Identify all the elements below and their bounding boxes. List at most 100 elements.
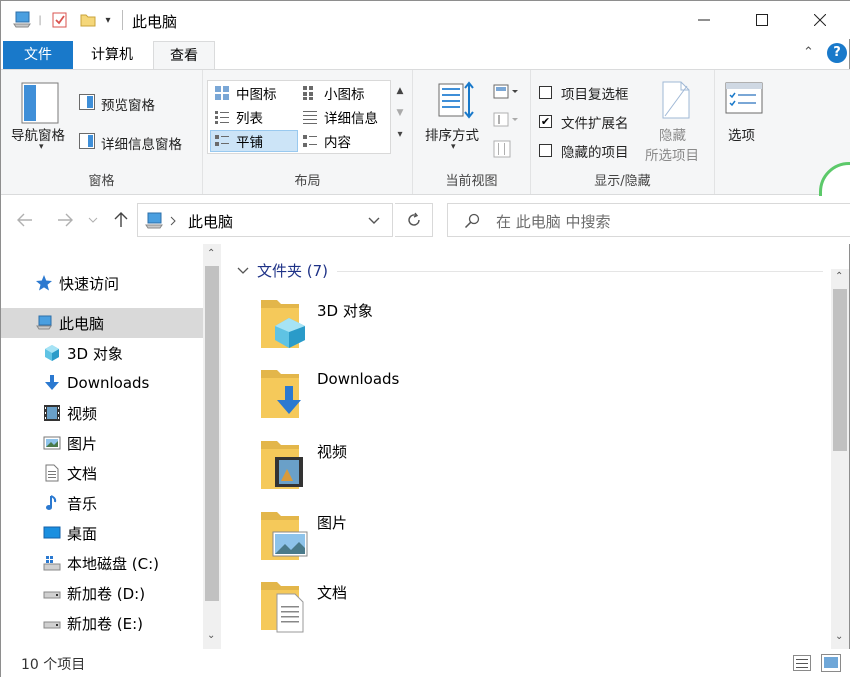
- layout-gallery-scroll[interactable]: ▲ ▼ ▾: [393, 80, 407, 154]
- search-icon: [464, 213, 480, 229]
- scroll-up-icon[interactable]: ⌃: [207, 248, 215, 259]
- folder-tile-3d-objects[interactable]: 3D 对象: [259, 296, 559, 362]
- sidebar-item-quick-access[interactable]: 快速访问: [1, 268, 203, 298]
- help-icon[interactable]: ?: [827, 43, 847, 63]
- sidebar-item-local-disk-c[interactable]: 本地磁盘 (C:): [1, 548, 203, 578]
- file-extensions-label[interactable]: 文件扩展名: [561, 112, 629, 132]
- properties-icon[interactable]: [49, 9, 71, 31]
- chevron-down-icon[interactable]: [368, 217, 380, 225]
- hide-selected-icon[interactable]: [659, 80, 693, 124]
- options-button[interactable]: 选项: [728, 124, 755, 144]
- medium-icons-icon: [215, 86, 229, 100]
- qa-customize-icon[interactable]: ▾: [101, 9, 115, 31]
- scroll-down-icon[interactable]: ⌄: [207, 630, 215, 641]
- sidebar-item-videos[interactable]: 视频: [1, 398, 203, 428]
- address-bar[interactable]: 此电脑: [137, 203, 393, 237]
- add-columns-icon[interactable]: [493, 112, 521, 132]
- address-path[interactable]: 此电脑: [188, 211, 233, 232]
- navigation-pane-icon[interactable]: [21, 82, 61, 126]
- chevron-down-icon: ▾: [39, 142, 44, 152]
- expand-gallery-icon[interactable]: ▾: [393, 124, 407, 146]
- layout-content[interactable]: 内容: [300, 130, 388, 152]
- details-pane-button[interactable]: 详细信息窗格: [101, 133, 182, 153]
- new-folder-icon[interactable]: [77, 9, 99, 31]
- up-button[interactable]: [109, 208, 133, 232]
- ribbon-group-label: 当前视图: [445, 174, 498, 189]
- chevron-up-icon[interactable]: ▲: [393, 80, 407, 102]
- folder-tile-pictures[interactable]: 图片: [259, 508, 559, 574]
- sidebar-item-desktop[interactable]: 桌面: [1, 518, 203, 548]
- group-divider: [337, 271, 823, 272]
- sidebar-item-volume-e[interactable]: 新加卷 (E:): [1, 608, 203, 638]
- layout-list[interactable]: 列表: [210, 106, 298, 128]
- folder-tile-downloads[interactable]: Downloads: [259, 366, 559, 432]
- hidden-items-label[interactable]: 隐藏的项目: [561, 141, 629, 161]
- sidebar-item-label: 快速访问: [59, 274, 120, 293]
- content-scrollbar[interactable]: ⌃ ⌄: [831, 269, 849, 649]
- collapse-ribbon-icon[interactable]: ⌃: [803, 45, 814, 60]
- layout-tiles[interactable]: 平铺: [210, 130, 298, 152]
- large-icons-view-icon[interactable]: [821, 654, 841, 676]
- details-view-icon[interactable]: [793, 655, 811, 675]
- sidebar-item-label: 本地磁盘 (C:): [67, 554, 159, 573]
- size-columns-icon[interactable]: [493, 140, 511, 162]
- maximize-button[interactable]: [733, 1, 791, 39]
- recent-locations-button[interactable]: [85, 208, 101, 232]
- folder-label: 视频: [317, 443, 348, 461]
- folder-3d-objects-icon: [261, 300, 305, 348]
- folders-group-header[interactable]: 文件夹 (7): [237, 260, 328, 281]
- details-icon: [303, 111, 317, 124]
- preview-pane-button[interactable]: 预览窗格: [101, 94, 155, 114]
- hide-selected-label-2[interactable]: 所选项目: [645, 144, 699, 164]
- sidebar-item-downloads[interactable]: Downloads: [1, 368, 203, 398]
- hidden-items-checkbox[interactable]: [539, 144, 552, 157]
- scrollbar-thumb[interactable]: [205, 266, 219, 601]
- minimize-button[interactable]: [675, 1, 733, 39]
- tab-file[interactable]: 文件: [3, 41, 73, 69]
- hide-selected-label[interactable]: 隐藏: [659, 124, 686, 144]
- sidebar-item-label: 桌面: [67, 524, 98, 543]
- this-pc-icon[interactable]: [11, 9, 33, 31]
- chevron-down-icon: [237, 267, 249, 274]
- sidebar-item-label: 图片: [67, 434, 98, 453]
- forward-button[interactable]: [53, 208, 77, 232]
- refresh-button[interactable]: [395, 203, 433, 237]
- sidebar-item-this-pc[interactable]: 此电脑: [1, 308, 203, 338]
- folder-label: Downloads: [317, 370, 400, 388]
- scroll-up-icon[interactable]: ⌃: [835, 271, 843, 282]
- folder-videos-icon: [261, 441, 303, 489]
- scrollbar-thumb[interactable]: [833, 289, 847, 451]
- sidebar-item-3d-objects[interactable]: 3D 对象: [1, 338, 203, 368]
- sidebar-item-label: 新加卷 (E:): [67, 614, 144, 633]
- layout-details[interactable]: 详细信息: [300, 106, 388, 128]
- navigation-pane-button[interactable]: 导航窗格: [11, 124, 65, 144]
- folder-documents-icon: [261, 582, 304, 633]
- search-input[interactable]: 在 此电脑 中搜索: [496, 211, 611, 232]
- title-separator: [122, 10, 123, 30]
- sort-by-icon[interactable]: [437, 80, 477, 124]
- options-icon[interactable]: [725, 82, 763, 118]
- sidebar-item-documents[interactable]: 文档: [1, 458, 203, 488]
- back-button[interactable]: [13, 208, 37, 232]
- file-extensions-checkbox[interactable]: ✔: [539, 115, 552, 128]
- tab-computer[interactable]: 计算机: [75, 41, 149, 69]
- item-checkboxes-checkbox[interactable]: [539, 86, 552, 99]
- scroll-down-icon[interactable]: ⌄: [835, 631, 843, 642]
- sidebar-item-pictures[interactable]: 图片: [1, 428, 203, 458]
- close-button[interactable]: [791, 1, 849, 39]
- layout-medium-icons[interactable]: 中图标: [210, 82, 298, 104]
- sidebar-item-volume-d[interactable]: 新加卷 (D:): [1, 578, 203, 608]
- layout-small-icons[interactable]: 小图标: [300, 82, 388, 104]
- item-checkboxes-label[interactable]: 项目复选框: [561, 83, 629, 103]
- search-box[interactable]: 在 此电脑 中搜索: [447, 203, 850, 237]
- folder-tile-documents[interactable]: 文档: [259, 578, 559, 644]
- chevron-down-icon[interactable]: ▼: [393, 102, 407, 124]
- tab-view[interactable]: 查看: [153, 41, 215, 69]
- folder-tile-videos[interactable]: 视频: [259, 437, 559, 503]
- sidebar-scrollbar[interactable]: ⌃ ⌄: [203, 244, 221, 649]
- chevron-right-icon[interactable]: [170, 216, 176, 226]
- sidebar-item-music[interactable]: 音乐: [1, 488, 203, 518]
- drive-icon: [43, 591, 61, 599]
- sort-by-button[interactable]: 排序方式: [425, 124, 479, 144]
- group-by-icon[interactable]: [493, 84, 521, 104]
